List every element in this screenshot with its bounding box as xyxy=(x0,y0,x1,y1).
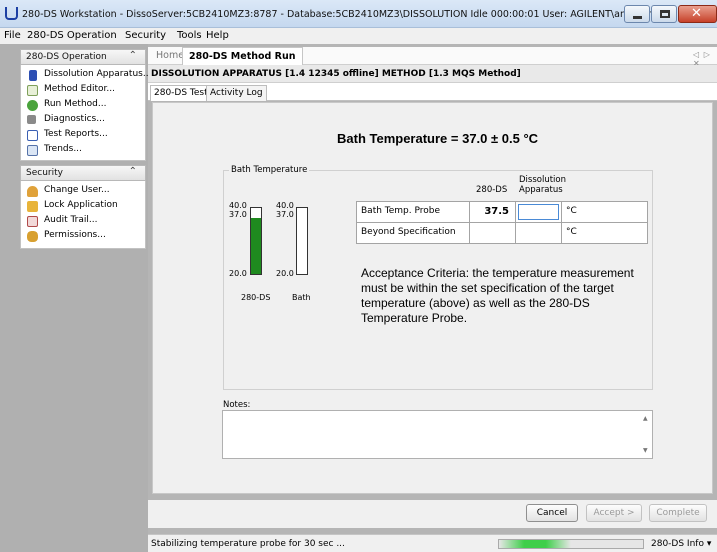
thermo-bath-value: 37.0 xyxy=(276,210,294,219)
menu-security[interactable]: Security xyxy=(125,30,166,41)
menu-tools[interactable]: Tools xyxy=(177,30,202,41)
lock-icon xyxy=(27,201,38,212)
sidebar-item-label: Trends... xyxy=(44,144,82,154)
run-header-text: DISSOLUTION APPARATUS [1.4 12345 offline… xyxy=(151,69,521,79)
bath-temperature-title: Bath Temperature = 37.0 ± 0.5 °C xyxy=(337,131,539,146)
menu-help[interactable]: Help xyxy=(206,30,229,41)
sub-tab-bar: 280-DS Test Activity Log xyxy=(148,83,717,101)
tools-icon xyxy=(27,115,36,124)
accept-button[interactable]: Accept > xyxy=(586,504,642,522)
col-header-dissolution: Dissolution Apparatus xyxy=(519,175,566,195)
tab-home[interactable]: Home xyxy=(156,50,184,61)
maximize-icon xyxy=(660,10,670,18)
sidebar-item-label: Test Reports... xyxy=(44,129,108,139)
navigation-panel: 280-DS Operation ⌃ Dissolution Apparatus… xyxy=(0,44,151,552)
report-icon xyxy=(27,130,38,141)
thermo-280ds-max: 40.0 xyxy=(229,201,247,210)
info-dropdown[interactable]: 280-DS Info ▾ xyxy=(651,539,711,549)
complete-button[interactable]: Complete xyxy=(649,504,707,522)
status-bar: Stabilizing temperature probe for 30 sec… xyxy=(148,534,717,552)
menu-280ds-operation[interactable]: 280-DS Operation xyxy=(27,30,117,41)
input-cell xyxy=(515,201,562,223)
sidebar-item-label: Run Method... xyxy=(44,99,107,109)
row-label-cell: Bath Temp. Probe xyxy=(356,201,470,223)
probe-reading: 37.5 xyxy=(484,206,509,217)
section-security[interactable]: Security ⌃ xyxy=(20,165,146,181)
document-tab-bar: Home 280-DS Method Run ◁ ▷ ✕ xyxy=(148,47,717,68)
close-icon: ✕ xyxy=(691,6,702,21)
test-work-area: Bath Temperature = 37.0 ± 0.5 °C Bath Te… xyxy=(152,102,713,494)
unit-cell: °C xyxy=(561,201,648,223)
notes-label: Notes: xyxy=(223,400,251,410)
acceptance-criteria-text: Acceptance Criteria: the temperature mea… xyxy=(361,266,634,325)
section-title: Security xyxy=(26,168,63,178)
tab-method-run[interactable]: 280-DS Method Run xyxy=(182,47,303,65)
thermo-bath-label: Bath xyxy=(292,293,311,302)
sidebar-item-label: Permissions... xyxy=(44,230,106,240)
maximize-button[interactable] xyxy=(651,5,677,23)
scroll-up-icon[interactable]: ▲ xyxy=(643,415,648,422)
thermo-bath-min: 20.0 xyxy=(276,269,294,278)
progress-fill xyxy=(499,540,571,548)
row-label: Beyond Specification xyxy=(361,227,456,237)
minimize-icon xyxy=(633,16,642,19)
notes-textarea[interactable] xyxy=(222,410,653,459)
collapse-chevron-icon[interactable]: ⌃ xyxy=(129,50,137,61)
button-bar: Cancel Accept > Complete xyxy=(148,500,717,528)
thermometer-bath xyxy=(296,207,308,275)
minimize-button[interactable] xyxy=(624,5,650,23)
operation-items: Dissolution Apparatus... Method Editor..… xyxy=(20,65,151,161)
group-label: Bath Temperature xyxy=(229,165,310,175)
trend-chart-icon xyxy=(27,145,38,156)
users-icon xyxy=(27,231,38,242)
apparatus-temp-input[interactable] xyxy=(518,204,559,220)
title-bar[interactable]: 280-DS Workstation - DissoServer:5CB2410… xyxy=(0,0,717,28)
thermo-280ds-min: 20.0 xyxy=(229,269,247,278)
unit-label: °C xyxy=(566,206,577,216)
run-icon xyxy=(27,100,38,111)
value-cell xyxy=(469,222,516,244)
menu-file[interactable]: File xyxy=(4,30,21,41)
value-cell: 37.5 xyxy=(469,201,516,223)
app-icon xyxy=(5,7,18,20)
tab-280ds-test[interactable]: 280-DS Test xyxy=(150,85,212,101)
sidebar-item-label: Change User... xyxy=(44,185,110,195)
section-title: 280-DS Operation xyxy=(26,52,107,62)
menu-bar: File 280-DS Operation Security Tools Hel… xyxy=(0,28,717,44)
unit-label: °C xyxy=(566,227,577,237)
row-label-cell: Beyond Specification xyxy=(356,222,470,244)
sidebar-item-label: Lock Application xyxy=(44,200,118,210)
sidebar-item-label: Method Editor... xyxy=(44,84,116,94)
info-label: 280-DS Info xyxy=(651,539,704,549)
audit-icon xyxy=(27,216,38,227)
thermo-bath-max: 40.0 xyxy=(276,201,294,210)
tab-activity-log[interactable]: Activity Log xyxy=(206,85,267,101)
sidebar-item-label: Audit Trail... xyxy=(44,215,98,225)
security-items: Change User... Lock Application Audit Tr… xyxy=(20,181,146,249)
col-header-280ds: 280-DS xyxy=(476,185,508,195)
progress-bar xyxy=(498,539,644,549)
close-button[interactable]: ✕ xyxy=(678,5,717,23)
sidebar-item-label: Dissolution Apparatus... xyxy=(44,69,152,79)
thermometer-fill xyxy=(251,217,261,274)
window-title: 280-DS Workstation - DissoServer:5CB2410… xyxy=(22,9,665,20)
user-icon xyxy=(27,186,38,197)
document-icon xyxy=(27,85,38,96)
status-text: Stabilizing temperature probe for 30 sec… xyxy=(151,539,345,549)
unit-cell: °C xyxy=(561,222,648,244)
scroll-down-icon[interactable]: ▼ xyxy=(643,447,648,454)
run-header: DISSOLUTION APPARATUS [1.4 12345 offline… xyxy=(148,65,717,83)
thermo-280ds-label: 280-DS xyxy=(241,293,271,302)
input-cell xyxy=(515,222,562,244)
cancel-button[interactable]: Cancel xyxy=(526,504,578,522)
row-label: Bath Temp. Probe xyxy=(361,206,441,216)
thermometer-280ds xyxy=(250,207,262,275)
beaker-icon xyxy=(29,70,37,81)
thermo-280ds-value: 37.0 xyxy=(229,210,247,219)
sidebar-item-label: Diagnostics... xyxy=(44,114,105,124)
section-280ds-operation[interactable]: 280-DS Operation ⌃ xyxy=(20,49,146,65)
collapse-chevron-icon[interactable]: ⌃ xyxy=(129,166,137,177)
